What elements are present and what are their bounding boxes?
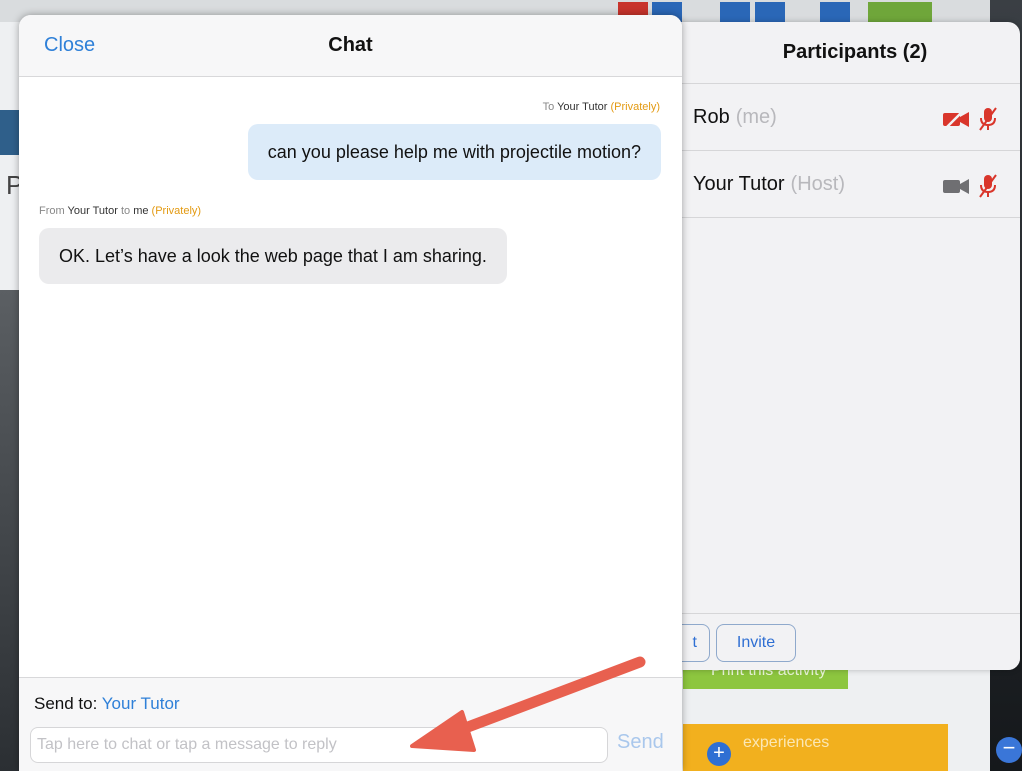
experiences-label: experiences bbox=[743, 734, 830, 751]
chat-messages: To Your Tutor (Privately) can you please… bbox=[19, 77, 682, 677]
participant-name: Rob bbox=[693, 105, 730, 128]
send-to-label: Send to: bbox=[34, 694, 98, 713]
participant-status-icons bbox=[942, 106, 998, 138]
message-meta: From Your Tutor to me (Privately) bbox=[39, 205, 201, 217]
plus-icon: + bbox=[707, 742, 731, 766]
send-button[interactable]: Send bbox=[617, 731, 664, 754]
participant-name: Your Tutor bbox=[693, 172, 785, 195]
participant-row[interactable]: Your Tutor (Host) bbox=[660, 151, 1020, 218]
participant-row[interactable]: Rob (me) bbox=[660, 84, 1020, 151]
meta-privacy: (Privately) bbox=[610, 101, 660, 113]
participants-footer: t Invite bbox=[660, 613, 1020, 670]
send-to-row: Send to: Your Tutor bbox=[34, 694, 180, 714]
meta-prefix: From bbox=[39, 205, 65, 217]
chat-header: Close Chat bbox=[19, 15, 682, 77]
toolbar-blue-tile bbox=[720, 2, 750, 24]
participants-panel: Participants (2) Rob (me) Your Tutor (Ho… bbox=[660, 22, 1020, 670]
meta-sender: Your Tutor bbox=[67, 205, 118, 217]
mic-muted-icon bbox=[978, 106, 998, 138]
meta-recipient: Your Tutor bbox=[557, 101, 608, 113]
chat-composer: Send to: Your Tutor Send bbox=[19, 677, 682, 771]
video-off-icon bbox=[942, 108, 970, 136]
participant-status-icons bbox=[942, 173, 998, 205]
chat-dialog: Close Chat To Your Tutor (Privately) can… bbox=[19, 15, 682, 771]
send-to-recipient[interactable]: Your Tutor bbox=[102, 694, 180, 713]
chat-title: Chat bbox=[328, 34, 373, 56]
toolbar-green-tile bbox=[868, 2, 932, 24]
outgoing-message-bubble[interactable]: can you please help me with projectile m… bbox=[247, 124, 661, 180]
participant-role: (me) bbox=[735, 105, 777, 128]
meta-to: to bbox=[120, 205, 131, 217]
meta-recipient: me bbox=[133, 205, 149, 217]
incoming-message-bubble[interactable]: OK. Let’s have a look the web page that … bbox=[39, 228, 507, 284]
video-icon bbox=[942, 175, 970, 203]
minus-icon: − bbox=[996, 737, 1022, 763]
shared-page-left-tab bbox=[0, 110, 20, 155]
toolbar-blue-tile bbox=[820, 2, 850, 24]
mic-muted-icon bbox=[978, 173, 998, 205]
message-meta: To Your Tutor (Privately) bbox=[543, 101, 660, 113]
meta-privacy: (Privately) bbox=[151, 205, 202, 217]
chat-input[interactable] bbox=[30, 727, 608, 763]
participants-title: Participants (2) bbox=[660, 22, 1020, 84]
toolbar-blue-tile bbox=[755, 2, 785, 24]
meta-prefix: To bbox=[542, 101, 555, 113]
participant-role: (Host) bbox=[790, 172, 845, 195]
invite-button[interactable]: Invite bbox=[716, 624, 796, 662]
